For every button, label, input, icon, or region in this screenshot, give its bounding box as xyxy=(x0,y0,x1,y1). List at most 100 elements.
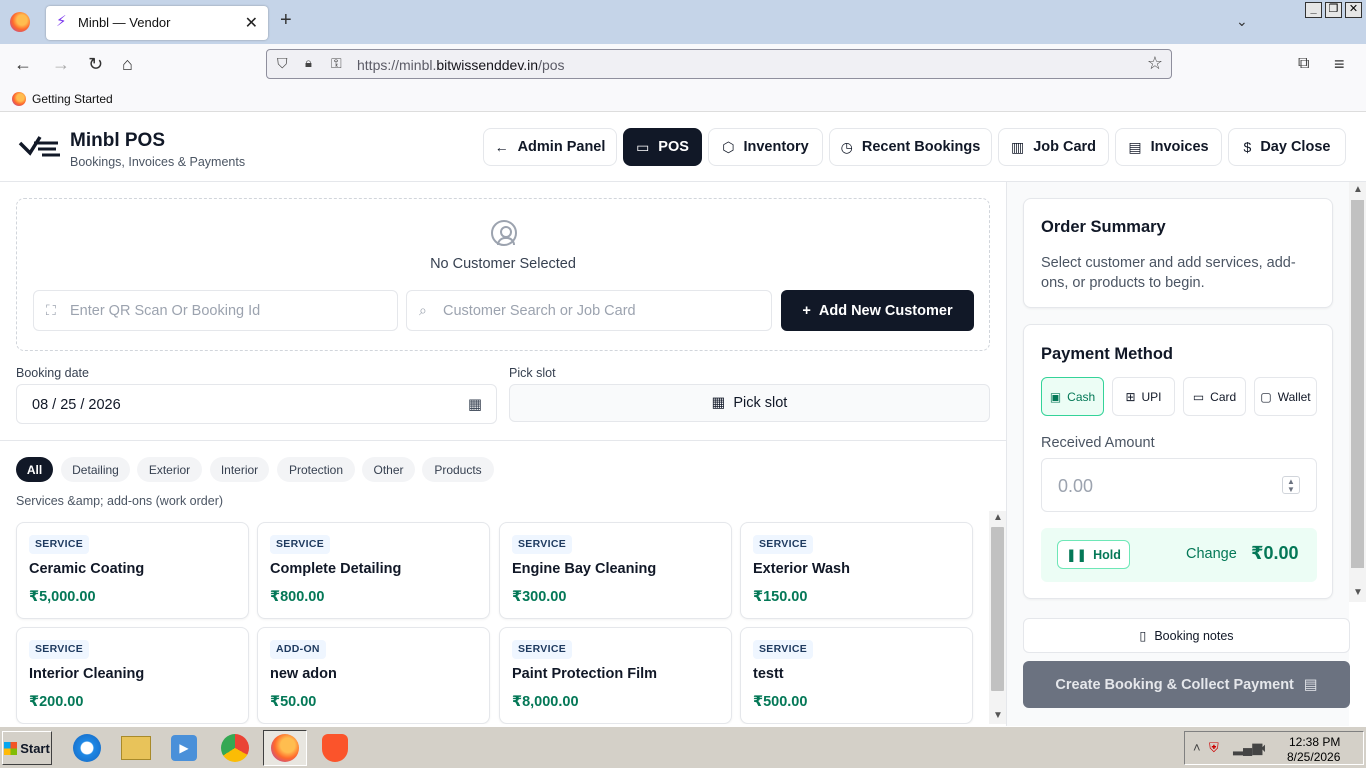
restore-icon[interactable]: ❐ xyxy=(1325,2,1342,18)
close-window-icon[interactable]: ✕ xyxy=(1345,2,1362,18)
address-bar[interactable]: ⛉ 🔒︎ ⚿ https://minbl.bitwissenddev.in/po… xyxy=(266,49,1172,79)
filter-chip-detailing[interactable]: Detailing xyxy=(61,457,130,482)
wallet-icon: ▢ xyxy=(1260,389,1272,404)
chrome-icon[interactable] xyxy=(213,730,257,766)
bookmark-getting-started[interactable]: Getting Started xyxy=(32,92,113,106)
item-card[interactable]: SERVICE Interior Cleaning ₹200.00 xyxy=(16,627,249,724)
lightning-icon: ⚡ xyxy=(56,13,67,30)
item-name: Interior Cleaning xyxy=(29,666,145,682)
back-icon[interactable]: ← xyxy=(14,54,32,74)
create-booking-button[interactable]: Create Booking & Collect Payment ▤ xyxy=(1023,661,1350,708)
lock-icon[interactable]: 🔒︎ xyxy=(305,55,312,71)
payment-upi-button[interactable]: ⊞ UPI xyxy=(1112,377,1175,416)
firefox-icon[interactable] xyxy=(10,12,30,32)
recent-bookings-button[interactable]: ◷ Recent Bookings xyxy=(829,128,992,166)
item-card[interactable]: SERVICE Complete Detailing ₹800.00 xyxy=(257,522,490,619)
qr-booking-input[interactable]: ⛶ Enter QR Scan Or Booking Id xyxy=(33,290,398,331)
filter-chip-all[interactable]: All xyxy=(16,457,53,482)
filter-chip-exterior[interactable]: Exterior xyxy=(137,457,202,482)
scrollbar-thumb[interactable] xyxy=(991,527,1004,691)
brave-icon[interactable] xyxy=(313,730,357,766)
booking-date-label: Booking date xyxy=(16,366,89,380)
filter-chip-protection[interactable]: Protection xyxy=(277,457,355,482)
pos-button[interactable]: ▭ POS xyxy=(623,128,702,166)
receipt-icon: ▤ xyxy=(1303,676,1318,693)
media-player-icon[interactable]: ▶ xyxy=(162,730,206,766)
scrollbar-thumb[interactable] xyxy=(1351,200,1364,568)
file-explorer-icon[interactable] xyxy=(114,730,158,766)
menu-icon[interactable]: ≡ xyxy=(1334,54,1345,74)
system-tray: ˄ ⛨ ▂▄▆ 🔈︎ 12:38 PM 8/25/2026 xyxy=(1184,731,1364,765)
scan-icon: ⛶ xyxy=(46,302,56,318)
inventory-button[interactable]: ⬡ Inventory xyxy=(708,128,823,166)
payment-card-button[interactable]: ▭ Card xyxy=(1183,377,1246,416)
item-grid-scrollbar[interactable]: ▲ ▼ xyxy=(989,511,1006,724)
invoices-button[interactable]: ▤ Invoices xyxy=(1115,128,1222,166)
security-icon[interactable]: ⛨ xyxy=(1209,740,1219,756)
chevron-down-icon[interactable]: ⌄ xyxy=(1236,13,1248,30)
change-box: ❚❚ Hold Change ₹0.00 xyxy=(1041,528,1317,582)
payment-wallet-button[interactable]: ▢ Wallet xyxy=(1254,377,1317,416)
taskbar: Start ▶ ˄ ⛨ ▂▄▆ 🔈︎ 12:38 PM 8/25/2026 xyxy=(0,726,1366,768)
chevron-up-icon[interactable]: ˄ xyxy=(1193,740,1201,755)
item-price: ₹500.00 xyxy=(753,694,808,710)
booking-notes-button[interactable]: ▯ Booking notes xyxy=(1023,618,1350,653)
received-amount-input[interactable]: 0.00 ▲ ▼ xyxy=(1041,458,1317,512)
key-icon[interactable]: ⚿ xyxy=(331,55,342,72)
scroll-down-icon[interactable]: ▼ xyxy=(993,710,1003,721)
scroll-up-icon[interactable]: ▲ xyxy=(993,512,1003,523)
internet-explorer-icon[interactable] xyxy=(65,730,109,766)
customer-search-input[interactable]: ⌕ Customer Search or Job Card xyxy=(406,290,772,331)
admin-panel-button[interactable]: ← Admin Panel xyxy=(483,128,617,166)
network-icon[interactable]: ▂▄▆ xyxy=(1233,740,1262,756)
start-button[interactable]: Start xyxy=(2,731,52,765)
pick-slot-button[interactable]: ▦ Pick slot xyxy=(509,384,990,422)
firefox-taskbar-icon[interactable] xyxy=(263,730,307,766)
firefox-icon xyxy=(12,92,26,106)
minimize-icon[interactable]: _ xyxy=(1305,2,1322,18)
volume-icon[interactable]: 🔈︎ xyxy=(1261,740,1269,756)
new-tab-icon[interactable]: + xyxy=(280,10,292,30)
payment-cash-button[interactable]: ▣ Cash xyxy=(1041,377,1104,416)
day-close-button[interactable]: $ Day Close xyxy=(1228,128,1346,166)
item-card[interactable]: ADD-ON new adon ₹50.00 xyxy=(257,627,490,724)
home-icon[interactable]: ⌂ xyxy=(122,54,133,74)
scroll-up-icon[interactable]: ▲ xyxy=(1353,184,1363,195)
shield-icon[interactable]: ⛉ xyxy=(277,55,288,72)
clock-date[interactable]: 8/25/2026 xyxy=(1287,750,1340,764)
arrow-left-icon: ← xyxy=(494,139,509,155)
building-icon: ▥ xyxy=(1010,138,1025,155)
item-name: Paint Protection Film xyxy=(512,666,658,682)
bookmark-star-icon[interactable]: ☆ xyxy=(1147,53,1163,74)
booking-date-input[interactable]: 08 / 25 / 2026 ▦ xyxy=(16,384,497,424)
reload-icon[interactable]: ↻ xyxy=(88,54,103,74)
payment-method-title: Payment Method xyxy=(1041,345,1174,363)
browser-tab[interactable]: ⚡ Minbl — Vendor ✕ xyxy=(46,6,268,40)
item-card[interactable]: SERVICE Engine Bay Cleaning ₹300.00 xyxy=(499,522,732,619)
filter-chip-other[interactable]: Other xyxy=(362,457,415,482)
scroll-down-icon[interactable]: ▼ xyxy=(1353,587,1363,598)
item-type-badge: ADD-ON xyxy=(270,640,326,659)
calendar-icon[interactable]: ▦ xyxy=(468,395,482,413)
extensions-icon[interactable]: ⧉ xyxy=(1298,54,1309,74)
item-price: ₹300.00 xyxy=(512,589,567,605)
cash-icon: ▣ xyxy=(1049,389,1062,404)
item-card[interactable]: SERVICE testt ₹500.00 xyxy=(740,627,973,724)
hold-button[interactable]: ❚❚ Hold xyxy=(1057,540,1130,569)
order-panel-scrollbar[interactable]: ▲ ▼ xyxy=(1349,182,1366,602)
stepper-icon[interactable]: ▲ ▼ xyxy=(1282,476,1300,494)
item-card[interactable]: SERVICE Exterior Wash ₹150.00 xyxy=(740,522,973,619)
item-card[interactable]: SERVICE Paint Protection Film ₹8,000.00 xyxy=(499,627,732,724)
filter-chip-products[interactable]: Products xyxy=(422,457,494,482)
item-card[interactable]: SERVICE Ceramic Coating ₹5,000.00 xyxy=(16,522,249,619)
url-text[interactable]: https://minbl.bitwissenddev.in/pos xyxy=(357,57,565,73)
close-tab-icon[interactable]: ✕ xyxy=(245,13,258,33)
job-card-button[interactable]: ▥ Job Card xyxy=(998,128,1109,166)
clock-time[interactable]: 12:38 PM xyxy=(1289,735,1340,749)
item-type-badge: SERVICE xyxy=(753,535,814,554)
filter-chip-interior[interactable]: Interior xyxy=(210,457,269,482)
forward-icon[interactable]: → xyxy=(52,54,70,74)
add-new-customer-button[interactable]: + Add New Customer xyxy=(781,290,974,331)
brand-title: Minbl POS xyxy=(70,130,165,151)
received-amount-label: Received Amount xyxy=(1041,435,1155,451)
